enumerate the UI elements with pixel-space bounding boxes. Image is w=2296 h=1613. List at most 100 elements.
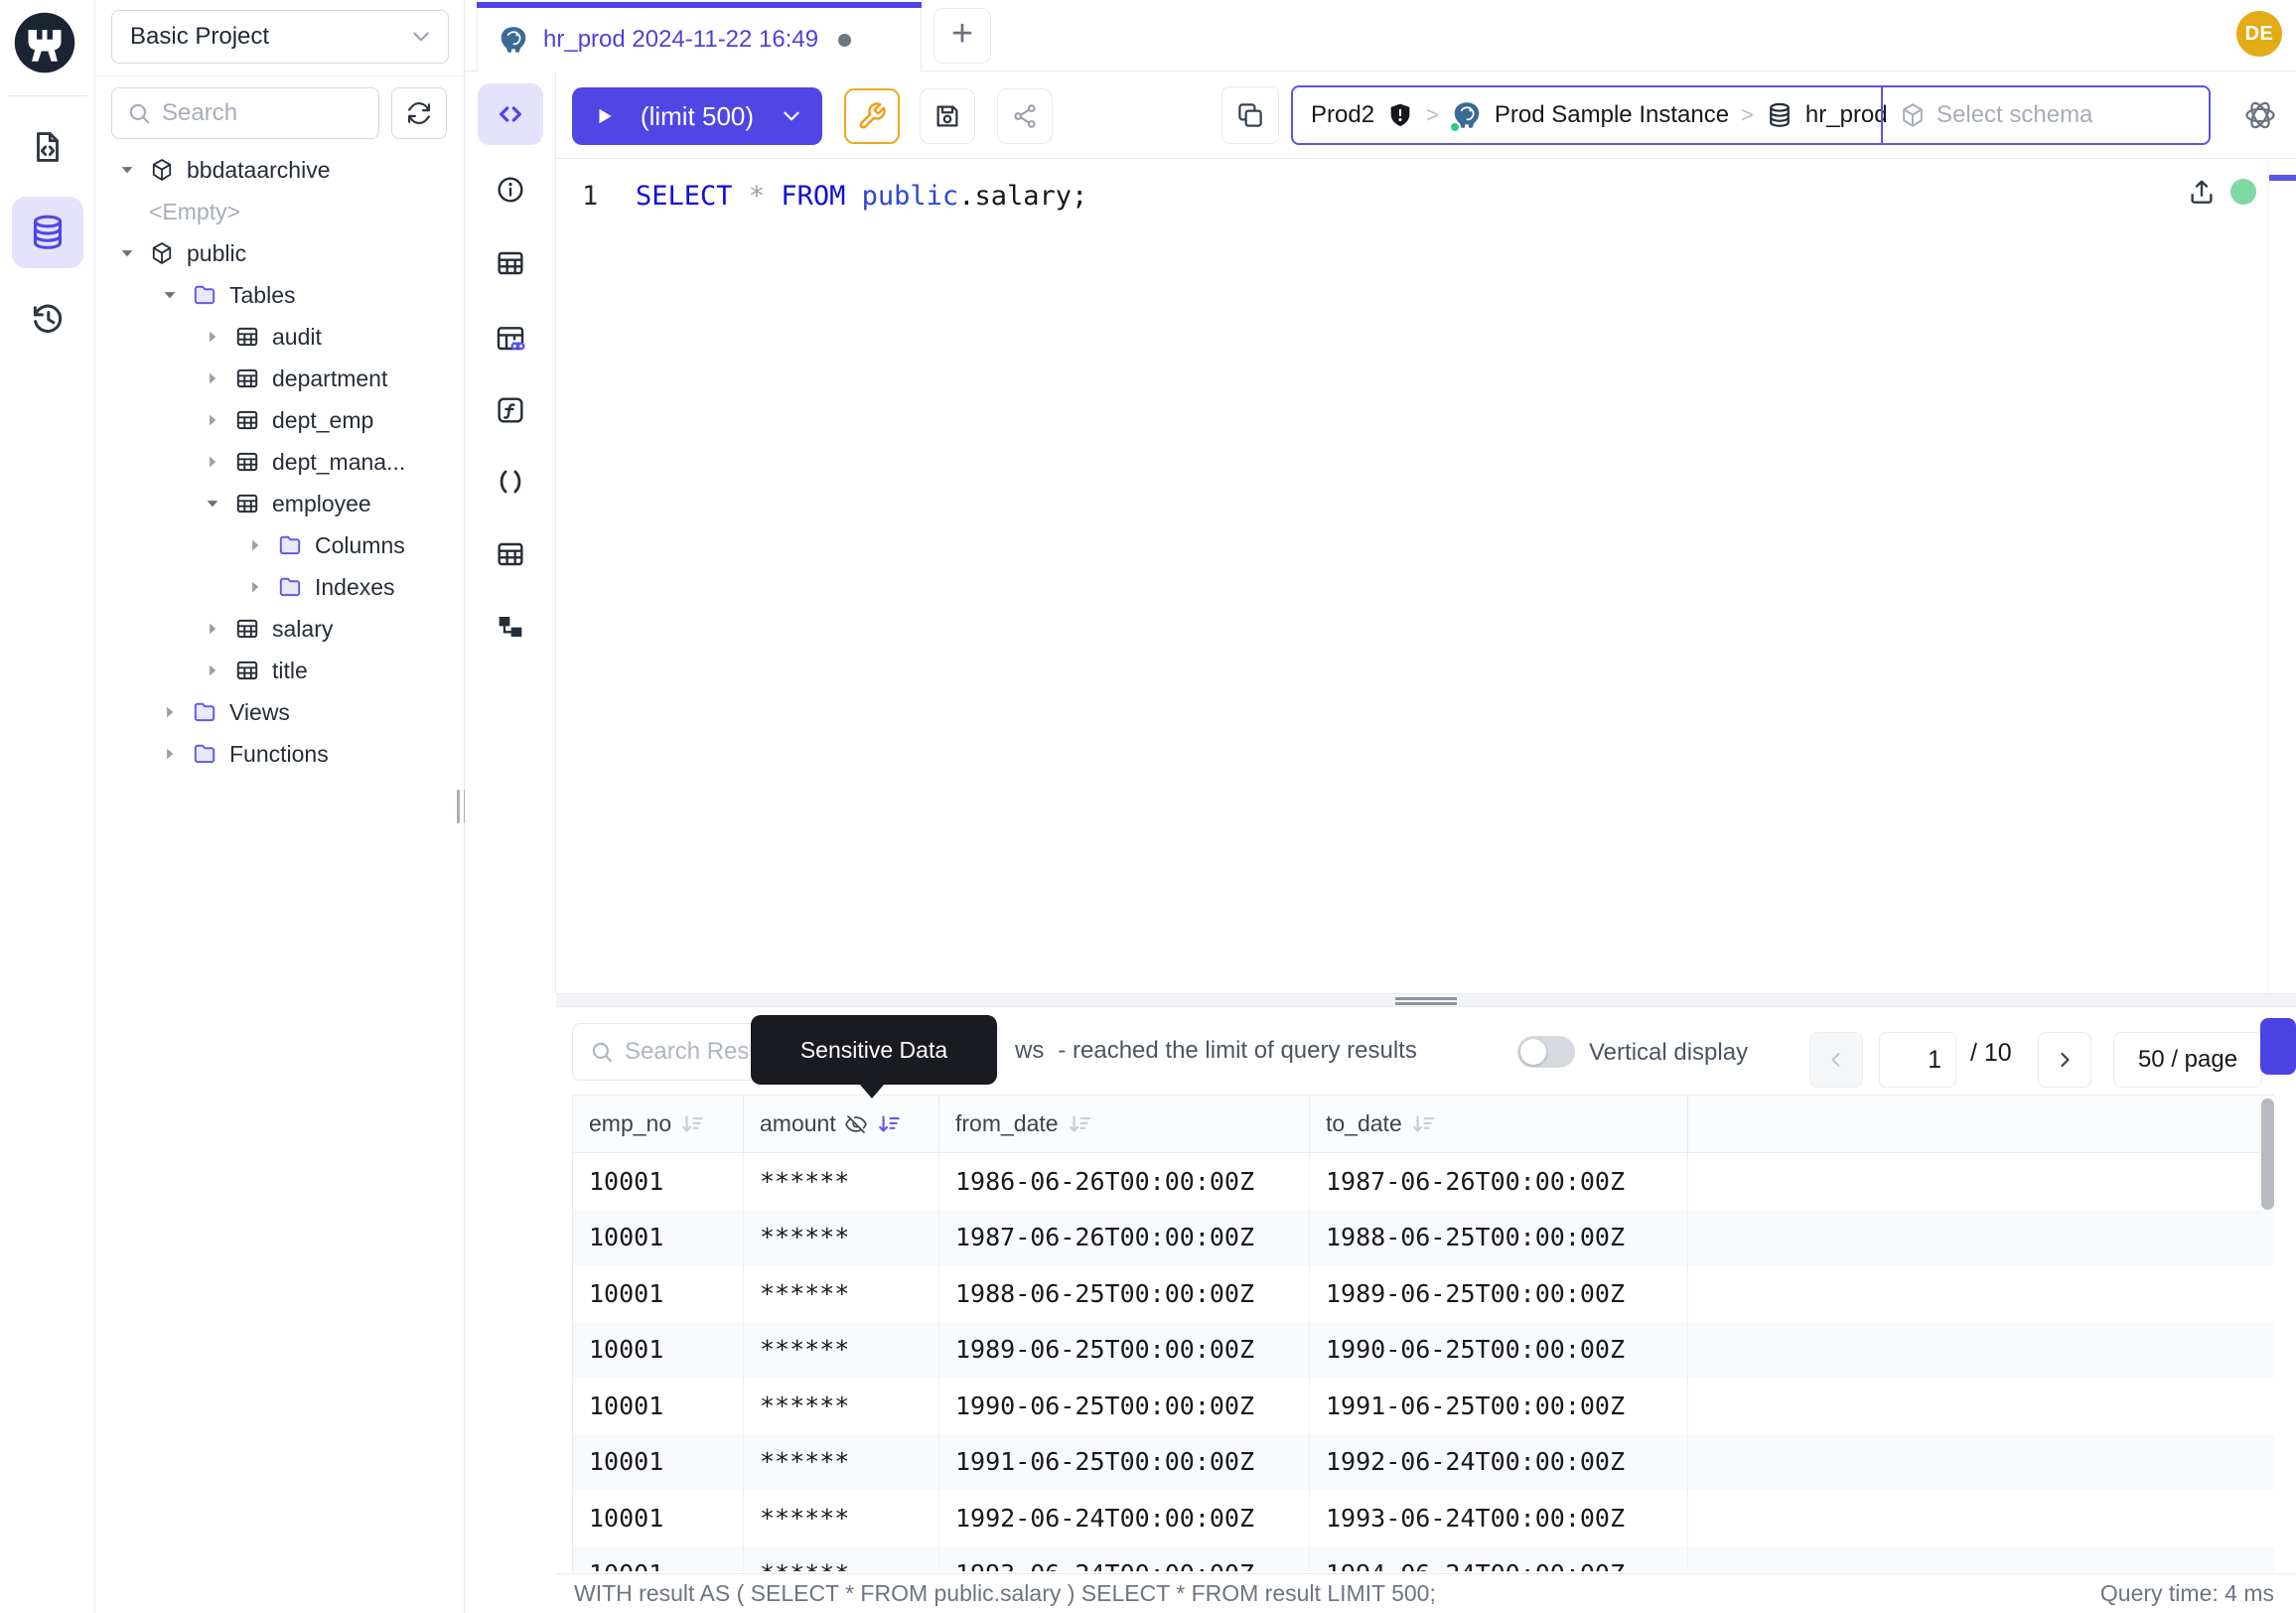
sort-icon[interactable] bbox=[679, 1111, 705, 1137]
cell-emp_no[interactable]: 10001 bbox=[573, 1210, 744, 1266]
cell-emp_no[interactable]: 10001 bbox=[573, 1490, 744, 1546]
cell-to_date[interactable]: 1988-06-25T00:00:00Z bbox=[1310, 1210, 1688, 1266]
cell-empty[interactable] bbox=[1688, 1546, 2274, 1572]
export-button-clipped[interactable] bbox=[2260, 1018, 2296, 1075]
cell-to_date[interactable]: 1991-06-25T00:00:00Z bbox=[1310, 1378, 1688, 1434]
cell-empty[interactable] bbox=[1688, 1490, 2274, 1546]
cell-emp_no[interactable]: 10001 bbox=[573, 1153, 744, 1210]
cell-emp_no[interactable]: 10001 bbox=[573, 1378, 744, 1434]
page-size-select[interactable]: 50 / page bbox=[2113, 1032, 2262, 1088]
tree-item-department[interactable]: department bbox=[95, 358, 465, 399]
strip-item-table[interactable] bbox=[478, 529, 543, 579]
connection-compare-button[interactable] bbox=[1221, 86, 1279, 144]
cell-amount[interactable]: ****** bbox=[744, 1210, 939, 1266]
cell-amount[interactable]: ****** bbox=[744, 1378, 939, 1434]
caret-right-icon[interactable] bbox=[203, 619, 222, 639]
cell-to_date[interactable]: 1993-06-24T00:00:00Z bbox=[1310, 1490, 1688, 1546]
admin-wrench-button[interactable] bbox=[844, 88, 900, 144]
strip-item-parentheses[interactable] bbox=[478, 457, 543, 507]
strip-item-table[interactable] bbox=[478, 238, 543, 288]
tree-item-dept-mana[interactable]: dept_mana... bbox=[95, 441, 465, 483]
caret-right-icon[interactable] bbox=[245, 577, 265, 597]
upload-icon[interactable] bbox=[2187, 177, 2217, 207]
add-tab-button[interactable]: + bbox=[933, 8, 991, 64]
breadcrumb-left[interactable]: Prod2 > Prod Sample Instance > hr_prod bbox=[1293, 87, 1881, 143]
sort-icon[interactable] bbox=[1410, 1111, 1436, 1137]
cell-to_date[interactable]: 1992-06-24T00:00:00Z bbox=[1310, 1434, 1688, 1491]
tree-item-title[interactable]: title bbox=[95, 650, 465, 691]
cell-from_date[interactable]: 1986-06-26T00:00:00Z bbox=[939, 1153, 1310, 1210]
column-header-emp_no[interactable]: emp_no bbox=[573, 1096, 744, 1152]
prev-page-button[interactable] bbox=[1809, 1032, 1863, 1088]
table-row[interactable]: 10001******1988-06-25T00:00:00Z1989-06-2… bbox=[573, 1265, 2274, 1322]
cell-from_date[interactable]: 1991-06-25T00:00:00Z bbox=[939, 1434, 1310, 1491]
column-header-to_date[interactable]: to_date bbox=[1310, 1096, 1688, 1152]
cell-amount[interactable]: ****** bbox=[744, 1322, 939, 1379]
strip-item-function[interactable] bbox=[478, 385, 543, 435]
sort-icon[interactable] bbox=[876, 1111, 902, 1137]
vertical-display-toggle[interactable] bbox=[1517, 1036, 1575, 1068]
column-header-from_date[interactable]: from_date bbox=[939, 1096, 1310, 1152]
tab-hr-prod[interactable]: hr_prod 2024-11-22 16:49 bbox=[477, 2, 922, 72]
tree-item-dept-emp[interactable]: dept_emp bbox=[95, 399, 465, 441]
cell-amount[interactable]: ****** bbox=[744, 1434, 939, 1491]
bytebase-logo-icon[interactable] bbox=[12, 10, 77, 75]
strip-item-code[interactable] bbox=[478, 83, 543, 145]
cell-from_date[interactable]: 1992-06-24T00:00:00Z bbox=[939, 1490, 1310, 1546]
strip-item-schema-diagram[interactable] bbox=[478, 602, 543, 652]
table-row[interactable]: 10001******1989-06-25T00:00:00Z1990-06-2… bbox=[573, 1322, 2274, 1379]
cell-empty[interactable] bbox=[1688, 1153, 2274, 1210]
caret-right-icon[interactable] bbox=[203, 410, 222, 430]
cell-to_date[interactable]: 1990-06-25T00:00:00Z bbox=[1310, 1322, 1688, 1379]
rail-item-history[interactable] bbox=[0, 290, 95, 346]
cell-to_date[interactable]: 1994-06-24T00:00:00Z bbox=[1310, 1546, 1688, 1572]
tree-item-public[interactable]: public bbox=[95, 232, 465, 274]
caret-down-icon[interactable] bbox=[117, 243, 137, 263]
panel-resize-divider[interactable] bbox=[556, 993, 2296, 1007]
sidebar-search[interactable] bbox=[111, 87, 379, 139]
tree-item-salary[interactable]: salary bbox=[95, 608, 465, 650]
cell-empty[interactable] bbox=[1688, 1210, 2274, 1266]
cell-from_date[interactable]: 1989-06-25T00:00:00Z bbox=[939, 1322, 1310, 1379]
rail-item-databases[interactable] bbox=[12, 197, 83, 268]
save-sheet-button[interactable] bbox=[920, 88, 975, 144]
results-scrollbar-thumb[interactable] bbox=[2261, 1099, 2274, 1210]
table-row[interactable]: 10001******1993-06-24T00:00:00Z1994-06-2… bbox=[573, 1546, 2274, 1572]
cell-amount[interactable]: ****** bbox=[744, 1490, 939, 1546]
ai-assistant-button[interactable] bbox=[2234, 87, 2286, 143]
cell-amount[interactable]: ****** bbox=[744, 1546, 939, 1572]
tree-item-columns[interactable]: Columns bbox=[95, 524, 465, 566]
cell-from_date[interactable]: 1990-06-25T00:00:00Z bbox=[939, 1378, 1310, 1434]
tree-item-indexes[interactable]: Indexes bbox=[95, 566, 465, 608]
share-button[interactable] bbox=[997, 88, 1053, 144]
table-row[interactable]: 10001******1987-06-26T00:00:00Z1988-06-2… bbox=[573, 1210, 2274, 1266]
cell-amount[interactable]: ****** bbox=[744, 1265, 939, 1322]
refresh-button[interactable] bbox=[391, 87, 447, 139]
cell-emp_no[interactable]: 10001 bbox=[573, 1434, 744, 1491]
caret-down-icon[interactable] bbox=[160, 285, 180, 305]
caret-right-icon[interactable] bbox=[203, 368, 222, 388]
sql-code-line[interactable]: SELECT * FROM public.salary; bbox=[636, 181, 1087, 212]
cell-to_date[interactable]: 1989-06-25T00:00:00Z bbox=[1310, 1265, 1688, 1322]
sort-icon[interactable] bbox=[1067, 1111, 1092, 1137]
connection-breadcrumb[interactable]: Prod2 > Prod Sample Instance > hr_prod S… bbox=[1291, 85, 2211, 145]
project-selector[interactable]: Basic Project bbox=[111, 10, 449, 64]
strip-item-info[interactable] bbox=[478, 165, 543, 215]
tree-item-empty[interactable]: <Empty> bbox=[95, 191, 465, 232]
cell-emp_no[interactable]: 10001 bbox=[573, 1265, 744, 1322]
tree-item-bbdataarchive[interactable]: bbdataarchive bbox=[95, 149, 465, 191]
caret-right-icon[interactable] bbox=[203, 327, 222, 347]
tree-item-tables[interactable]: Tables bbox=[95, 274, 465, 316]
schema-select[interactable]: Select schema bbox=[1881, 87, 2209, 143]
caret-down-icon[interactable] bbox=[117, 160, 137, 180]
cell-empty[interactable] bbox=[1688, 1322, 2274, 1379]
cell-empty[interactable] bbox=[1688, 1434, 2274, 1491]
caret-right-icon[interactable] bbox=[245, 535, 265, 555]
cell-amount[interactable]: ****** bbox=[744, 1153, 939, 1210]
tree-item-functions[interactable]: Functions bbox=[95, 733, 465, 775]
rail-item-worksheets[interactable] bbox=[0, 119, 95, 175]
cell-from_date[interactable]: 1988-06-25T00:00:00Z bbox=[939, 1265, 1310, 1322]
sidebar-search-input[interactable] bbox=[162, 99, 366, 127]
cell-from_date[interactable]: 1987-06-26T00:00:00Z bbox=[939, 1210, 1310, 1266]
run-query-button[interactable]: (limit 500) bbox=[572, 87, 822, 145]
